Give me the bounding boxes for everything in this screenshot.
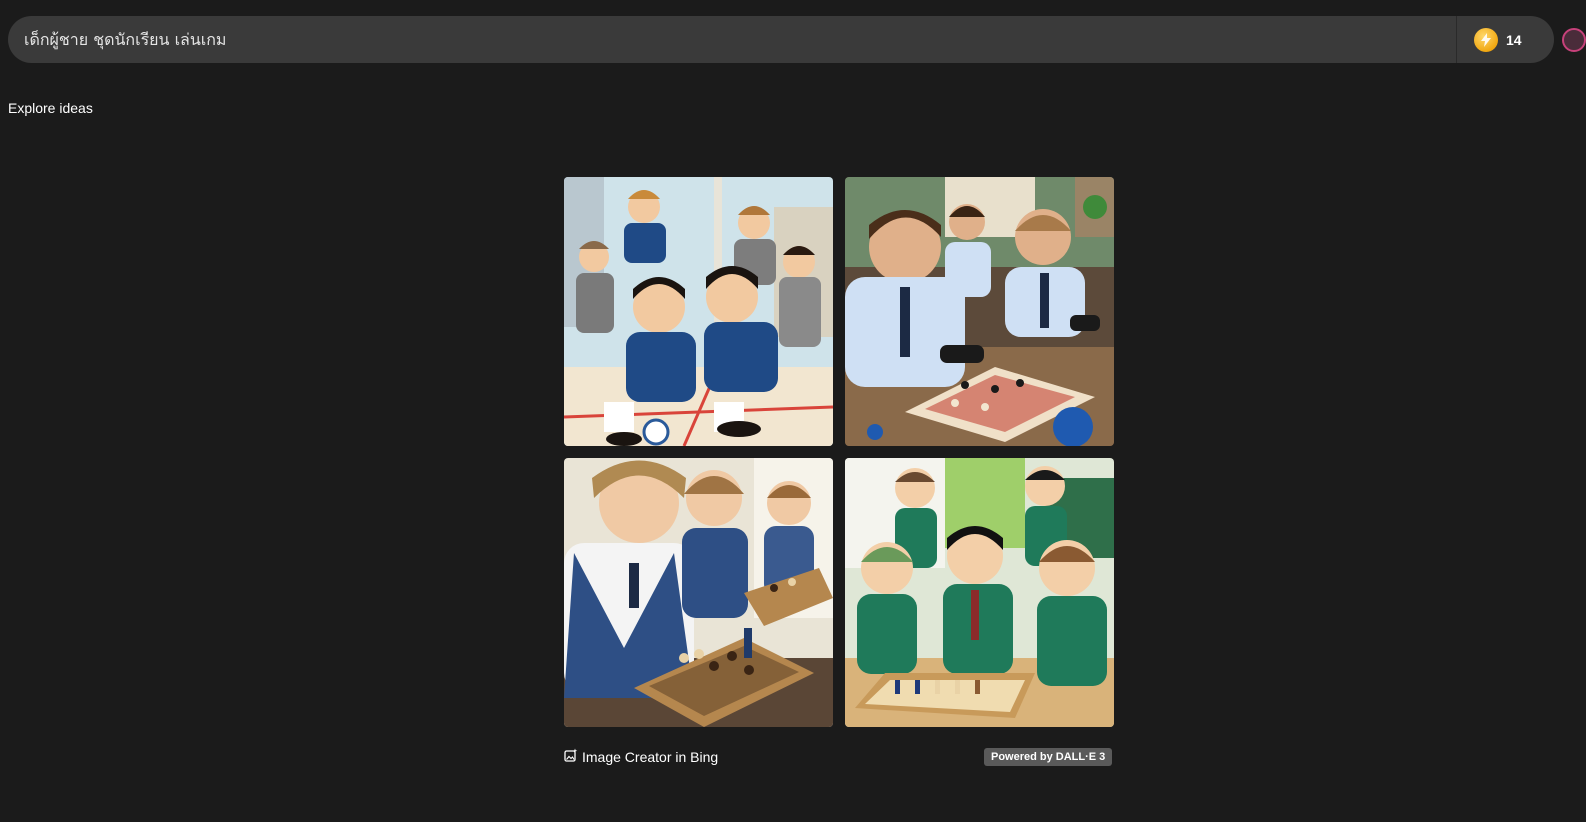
image-boys-navy-vests-playing-chess[interactable]: [564, 458, 833, 727]
image-creator-label: Image Creator in Bing: [582, 748, 719, 765]
lightning-coin-icon: [1474, 28, 1498, 52]
image-creator-link[interactable]: Image Creator in Bing: [564, 748, 718, 765]
search-input[interactable]: [22, 24, 1426, 57]
search-bar-divider: [1456, 16, 1457, 63]
avatar[interactable]: [1562, 28, 1586, 52]
image-boys-white-shirts-controllers-chess[interactable]: [845, 177, 1114, 446]
search-bar: 14: [8, 16, 1554, 63]
powered-by-badge: Powered by DALL·E 3: [984, 748, 1113, 766]
image-results-grid: [564, 177, 1114, 727]
image-sparkle-icon: [564, 748, 578, 765]
image-cartoon-boys-green-blazers-chess[interactable]: [845, 458, 1114, 727]
coin-count: 14: [1506, 32, 1522, 48]
explore-ideas-heading: Explore ideas: [8, 100, 93, 116]
image-cartoon-boys-blue-blazers-ball[interactable]: [564, 177, 833, 446]
boost-coins-button[interactable]: 14: [1474, 27, 1522, 53]
